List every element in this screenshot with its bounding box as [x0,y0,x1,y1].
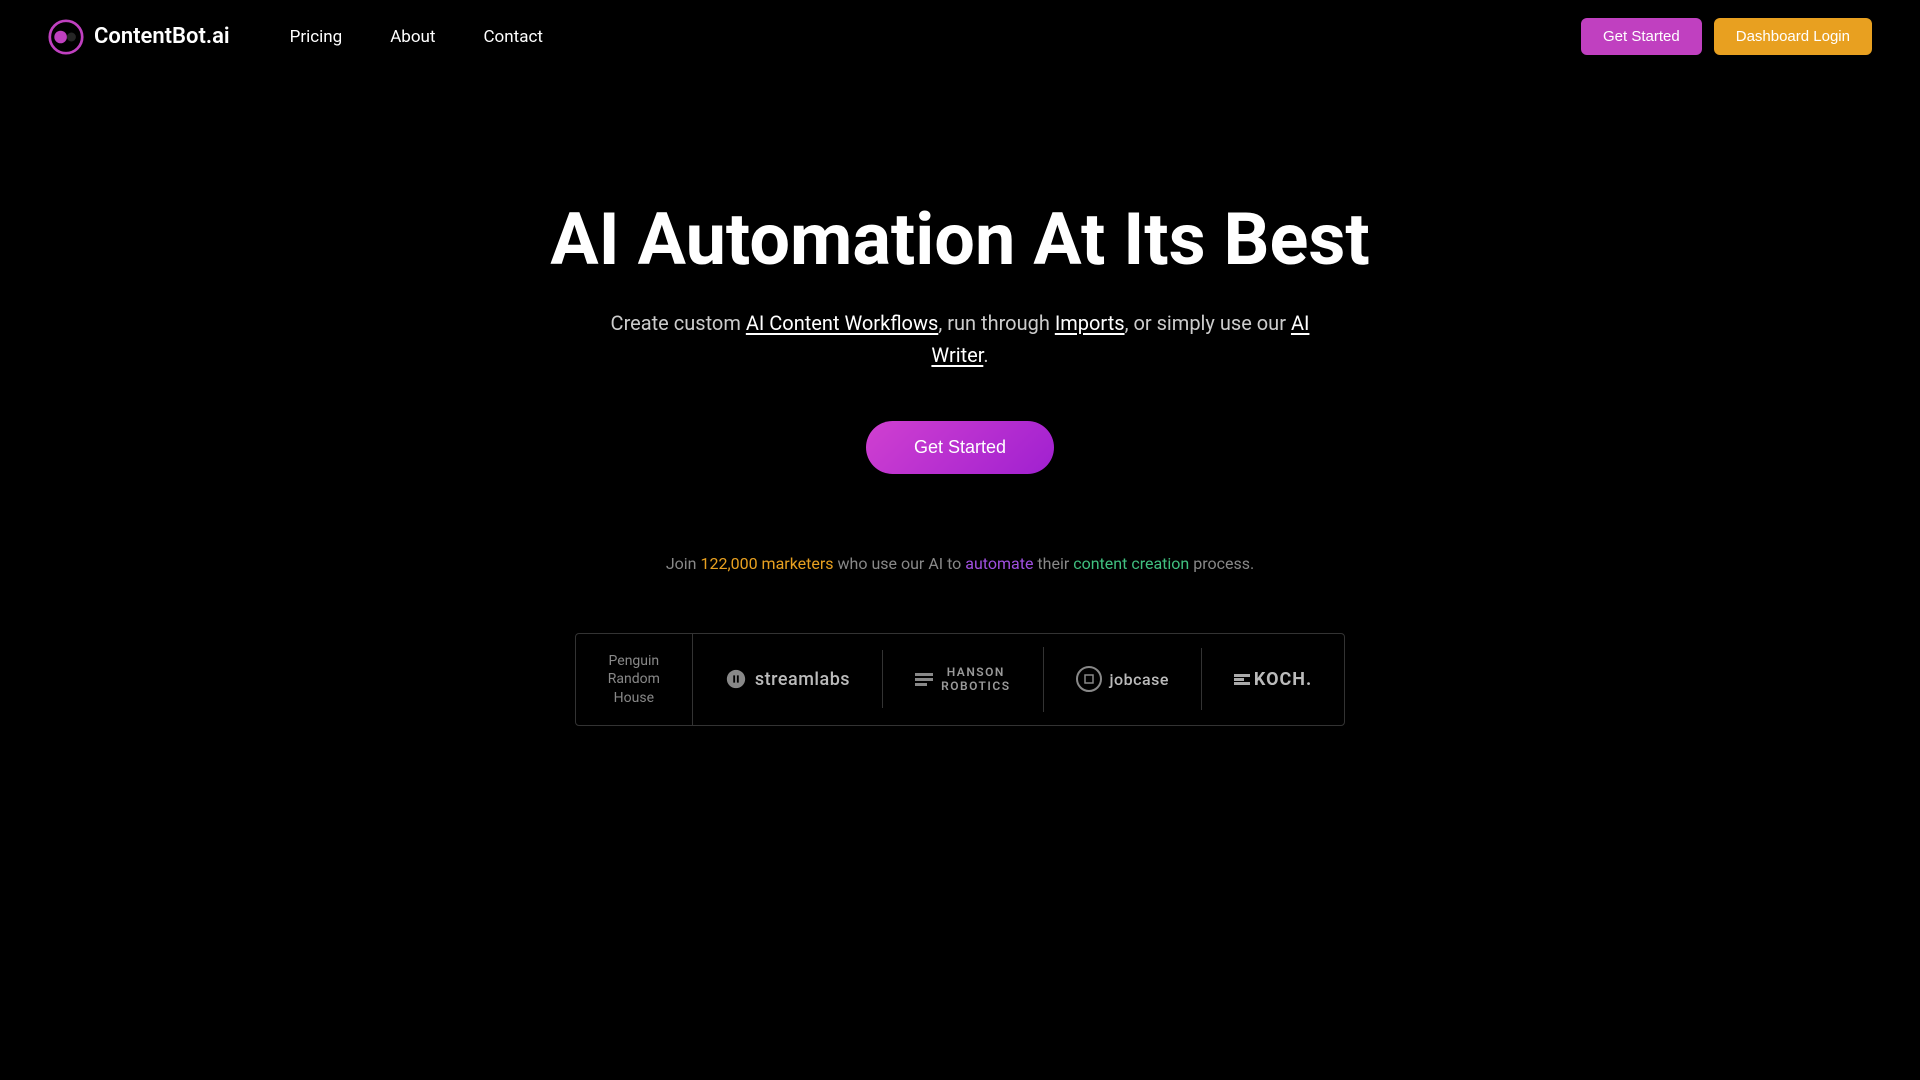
hero-subtitle-pre: Create custom [611,311,746,335]
logo-link[interactable]: ContentBot.ai [48,19,230,55]
hero-subtitle-mid2: , or simply use our [1125,311,1291,335]
hanson-text-2: ROBOTICS [941,679,1010,693]
koch-text: KOCH. [1254,669,1312,690]
logo-jobcase: jobcase [1044,648,1202,710]
social-proof-automate: automate [965,554,1033,573]
hero-subtitle-post: . [983,343,988,367]
hero-title: AI Automation At Its Best [550,200,1369,279]
nav-link-pricing[interactable]: Pricing [290,27,343,47]
hero-link-ai-workflows[interactable]: AI Content Workflows [746,311,939,335]
social-proof-pre: Join [666,554,701,573]
nav-link-about[interactable]: About [390,27,435,47]
nav-link-contact[interactable]: Contact [483,27,542,47]
jobcase-text: jobcase [1110,670,1169,689]
logo-streamlabs: streamlabs [693,650,883,708]
hanson-text-1: HANSON [941,665,1010,679]
social-proof-mid1: who use our AI to [834,554,966,573]
social-proof-post: process. [1189,554,1254,573]
logo-hanson: HANSON ROBOTICS [883,647,1043,712]
social-proof: Join 122,000 marketers who use our AI to… [666,554,1254,573]
nav-actions: Get Started Dashboard Login [1581,18,1872,55]
logo-koch: KOCH. [1202,651,1344,708]
jobcase-icon [1076,666,1102,692]
penguin-line2: Random [608,670,660,688]
penguin-line1: Penguin [608,652,660,670]
social-proof-marketers: 122,000 marketers [700,554,833,573]
nav-get-started-button[interactable]: Get Started [1581,18,1702,55]
hero-subtitle: Create custom AI Content Workflows, run … [585,307,1335,371]
hanson-icon [915,673,933,686]
jobcase-inner-icon [1082,672,1096,686]
hero-subtitle-mid1: , run through [938,311,1054,335]
hero-section: AI Automation At Its Best Create custom … [0,0,1920,786]
logo-text: ContentBot.ai [94,24,230,49]
hero-link-imports[interactable]: Imports [1055,311,1125,335]
penguin-line3: House [608,689,660,707]
logo-icon [48,19,84,55]
logos-section: Penguin Random House streamlabs [575,633,1345,726]
streamlabs-text: streamlabs [755,669,850,690]
koch-icon [1234,674,1250,685]
nav-links: Pricing About Contact [290,27,1581,47]
navbar: ContentBot.ai Pricing About Contact Get … [0,0,1920,73]
streamlabs-icon [725,668,747,690]
social-proof-content-creation: content creation [1073,554,1189,573]
logo-penguin: Penguin Random House [576,634,693,725]
hero-get-started-button[interactable]: Get Started [866,421,1054,474]
nav-dashboard-login-button[interactable]: Dashboard Login [1714,18,1872,55]
social-proof-mid2: their [1033,554,1073,573]
